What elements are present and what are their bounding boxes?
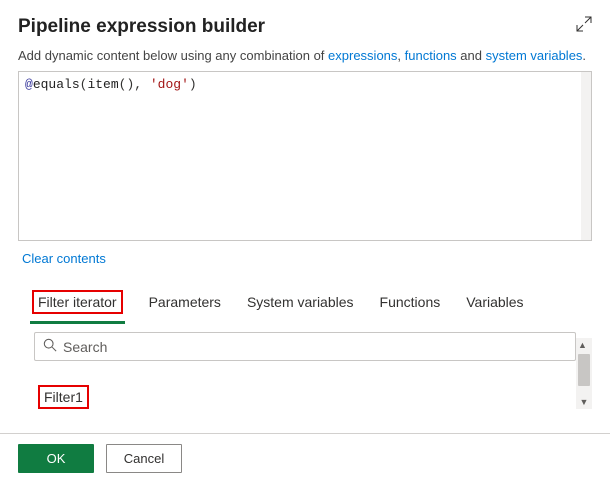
clear-contents-link[interactable]: Clear contents bbox=[22, 251, 106, 266]
expression-editor-wrap: @equals(item(), 'dog') bbox=[18, 71, 592, 241]
subtitle: Add dynamic content below using any comb… bbox=[18, 48, 592, 63]
tab-system-variables[interactable]: System variables bbox=[245, 288, 356, 320]
content-pane: Filter1 ▲ ▼ bbox=[18, 332, 592, 409]
tab-parameters[interactable]: Parameters bbox=[147, 288, 223, 320]
page-title: Pipeline expression builder bbox=[18, 16, 265, 38]
system-variables-link[interactable]: system variables bbox=[486, 48, 583, 63]
scroll-up-arrow[interactable]: ▲ bbox=[578, 338, 590, 352]
scroll-thumb[interactable] bbox=[578, 354, 590, 386]
tab-functions[interactable]: Functions bbox=[378, 288, 443, 320]
expressions-link[interactable]: expressions bbox=[328, 48, 397, 63]
cancel-button[interactable]: Cancel bbox=[106, 444, 182, 473]
expand-icon[interactable] bbox=[576, 16, 592, 35]
content-scrollbar[interactable]: ▲ ▼ bbox=[576, 338, 592, 409]
ok-button[interactable]: OK bbox=[18, 444, 94, 473]
search-wrap bbox=[34, 332, 576, 361]
tabs-row: Filter iterator Parameters System variab… bbox=[18, 284, 592, 324]
editor-scrollbar[interactable] bbox=[581, 72, 591, 240]
footer-divider bbox=[0, 433, 610, 434]
expression-editor[interactable]: @equals(item(), 'dog') bbox=[19, 72, 591, 240]
subtitle-text: Add dynamic content below using any comb… bbox=[18, 48, 328, 63]
tab-filter-iterator[interactable]: Filter iterator bbox=[30, 284, 125, 324]
filter-iterator-highlight: Filter iterator bbox=[32, 290, 123, 314]
list-item-filter1[interactable]: Filter1 bbox=[38, 389, 89, 405]
functions-link[interactable]: functions bbox=[405, 48, 457, 63]
search-input[interactable] bbox=[63, 339, 567, 355]
tab-variables[interactable]: Variables bbox=[464, 288, 525, 320]
search-icon bbox=[43, 338, 57, 355]
filter1-highlight: Filter1 bbox=[38, 385, 89, 409]
scroll-down-arrow[interactable]: ▼ bbox=[580, 395, 589, 409]
